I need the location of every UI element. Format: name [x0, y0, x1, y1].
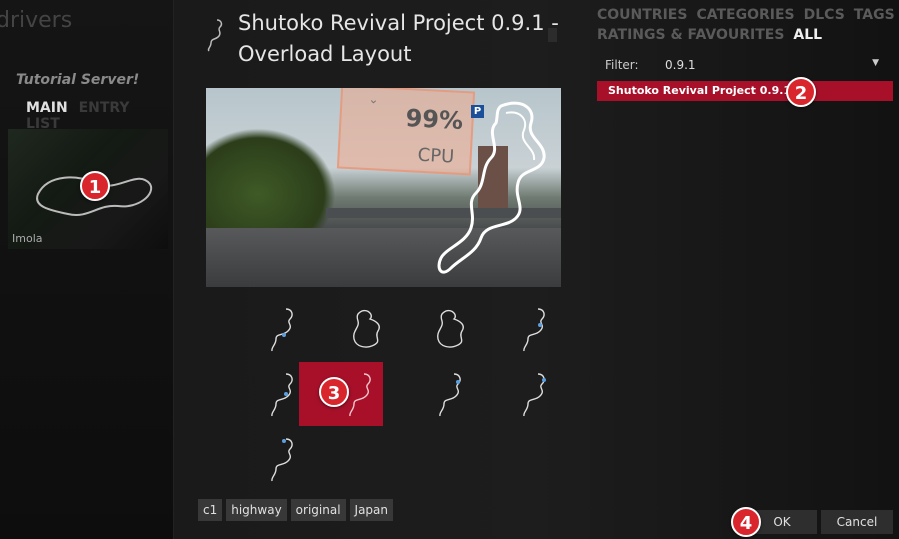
track-layout-icon	[207, 19, 223, 52]
tag-highway[interactable]: highway	[226, 499, 287, 521]
server-name: Tutorial Server!	[16, 72, 140, 88]
category-tags[interactable]: TAGS	[854, 7, 895, 23]
track-layout-icon	[436, 309, 464, 348]
tag-original[interactable]: original	[290, 499, 346, 521]
track-layout-icon	[271, 373, 293, 417]
track-layout-icon	[271, 308, 293, 352]
tag-japan[interactable]: Japan	[349, 499, 393, 521]
dialog-title: Shutoko Revival Project 0.9.1 - Overload…	[238, 11, 559, 66]
track-layout-icon	[349, 373, 371, 417]
category-categories[interactable]: CATEGORIES	[696, 7, 794, 23]
callout-marker: 1	[80, 171, 110, 201]
chevron-down-icon: ⌄	[368, 92, 379, 107]
category-all[interactable]: ALL	[793, 27, 822, 43]
tag-c1[interactable]: c1	[198, 499, 223, 521]
bookmark-icon[interactable]	[548, 28, 557, 42]
filter-value[interactable]: 0.9.1	[665, 58, 696, 72]
filter-dropdown[interactable]: Filter: 0.9.1 ▼	[597, 56, 893, 76]
track-map-overlay	[437, 101, 546, 274]
layout-option[interactable]	[241, 427, 325, 491]
track-layout-icon	[352, 309, 380, 348]
layout-option[interactable]	[409, 297, 493, 361]
callout-marker: 4	[731, 507, 761, 537]
layout-option[interactable]	[409, 362, 493, 426]
track-preview-image: ⌄ 99% CPU P	[206, 88, 561, 287]
cancel-button[interactable]: Cancel	[821, 510, 893, 534]
dropdown-arrow-icon[interactable]: ▼	[872, 58, 879, 68]
track-tags: c1 highway original Japan	[198, 499, 393, 521]
background-server-panel: drivers Tutorial Server! MAIN ENTRY LIST…	[0, 0, 174, 539]
drivers-heading: drivers	[0, 8, 73, 33]
category-ratings-favourites[interactable]: RATINGS & FAVOURITES	[597, 27, 784, 43]
layout-option[interactable]	[241, 297, 325, 361]
layout-option[interactable]	[493, 297, 577, 361]
callout-marker: 2	[786, 77, 816, 107]
track-layout-icon	[523, 373, 546, 417]
tab-main[interactable]: MAIN	[26, 100, 68, 116]
category-dlcs[interactable]: DLCS	[804, 7, 845, 23]
track-result-item[interactable]: Shutoko Revival Project 0.9.1 (9)	[597, 81, 893, 101]
layout-option[interactable]	[325, 297, 409, 361]
filter-label: Filter:	[605, 58, 639, 72]
track-layout-icon	[439, 373, 461, 417]
track-thumbnail-label: Imola	[12, 232, 43, 245]
layout-option[interactable]	[493, 362, 577, 426]
server-tabs: MAIN ENTRY LIST	[26, 100, 173, 132]
filter-categories: COUNTRIES CATEGORIES DLCS TAGS RATINGS & FA…	[597, 5, 897, 45]
category-countries[interactable]: COUNTRIES	[597, 7, 687, 23]
track-layout-icon	[271, 438, 293, 482]
track-layout-icon	[523, 308, 545, 352]
track-result-label: Shutoko Revival Project 0.9.1 (9)	[608, 84, 813, 97]
callout-marker: 3	[319, 377, 349, 407]
